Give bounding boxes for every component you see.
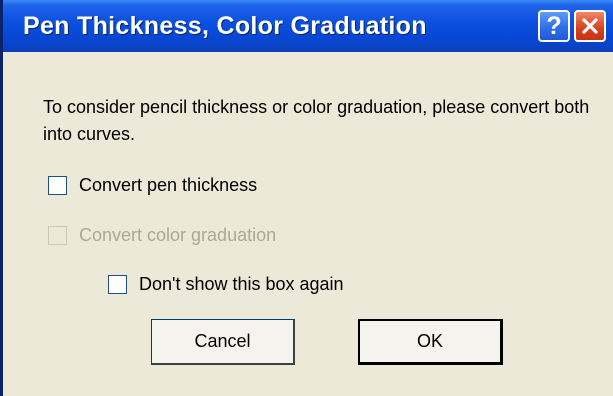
question-mark-icon: ? <box>546 11 562 40</box>
ok-button[interactable]: OK <box>358 319 503 365</box>
dont-show-again-option[interactable]: Don't show this box again <box>108 274 344 295</box>
convert-pen-thickness-checkbox[interactable] <box>48 176 67 195</box>
convert-color-graduation-option: Convert color graduation <box>48 225 276 246</box>
help-button[interactable]: ? <box>538 10 570 42</box>
cancel-button-label: Cancel <box>194 331 251 351</box>
close-button[interactable] <box>574 10 606 42</box>
dont-show-again-checkbox[interactable] <box>108 275 127 294</box>
ok-button-label: OK <box>416 331 443 351</box>
dialog-window: Pen Thickness, Color Graduation ? To con… <box>0 0 613 396</box>
convert-pen-thickness-label: Convert pen thickness <box>79 175 258 195</box>
title-bar[interactable]: Pen Thickness, Color Graduation ? <box>3 0 613 52</box>
dialog-title: Pen Thickness, Color Graduation <box>23 12 427 40</box>
convert-color-graduation-checkbox <box>48 226 67 245</box>
cancel-button[interactable]: Cancel <box>151 319 295 365</box>
message-text: To consider pencil thickness or color gr… <box>43 97 590 144</box>
close-icon <box>582 18 598 34</box>
convert-color-graduation-label: Convert color graduation <box>79 225 277 245</box>
dont-show-again-label: Don't show this box again <box>139 274 344 294</box>
convert-pen-thickness-option[interactable]: Convert pen thickness <box>48 175 257 196</box>
